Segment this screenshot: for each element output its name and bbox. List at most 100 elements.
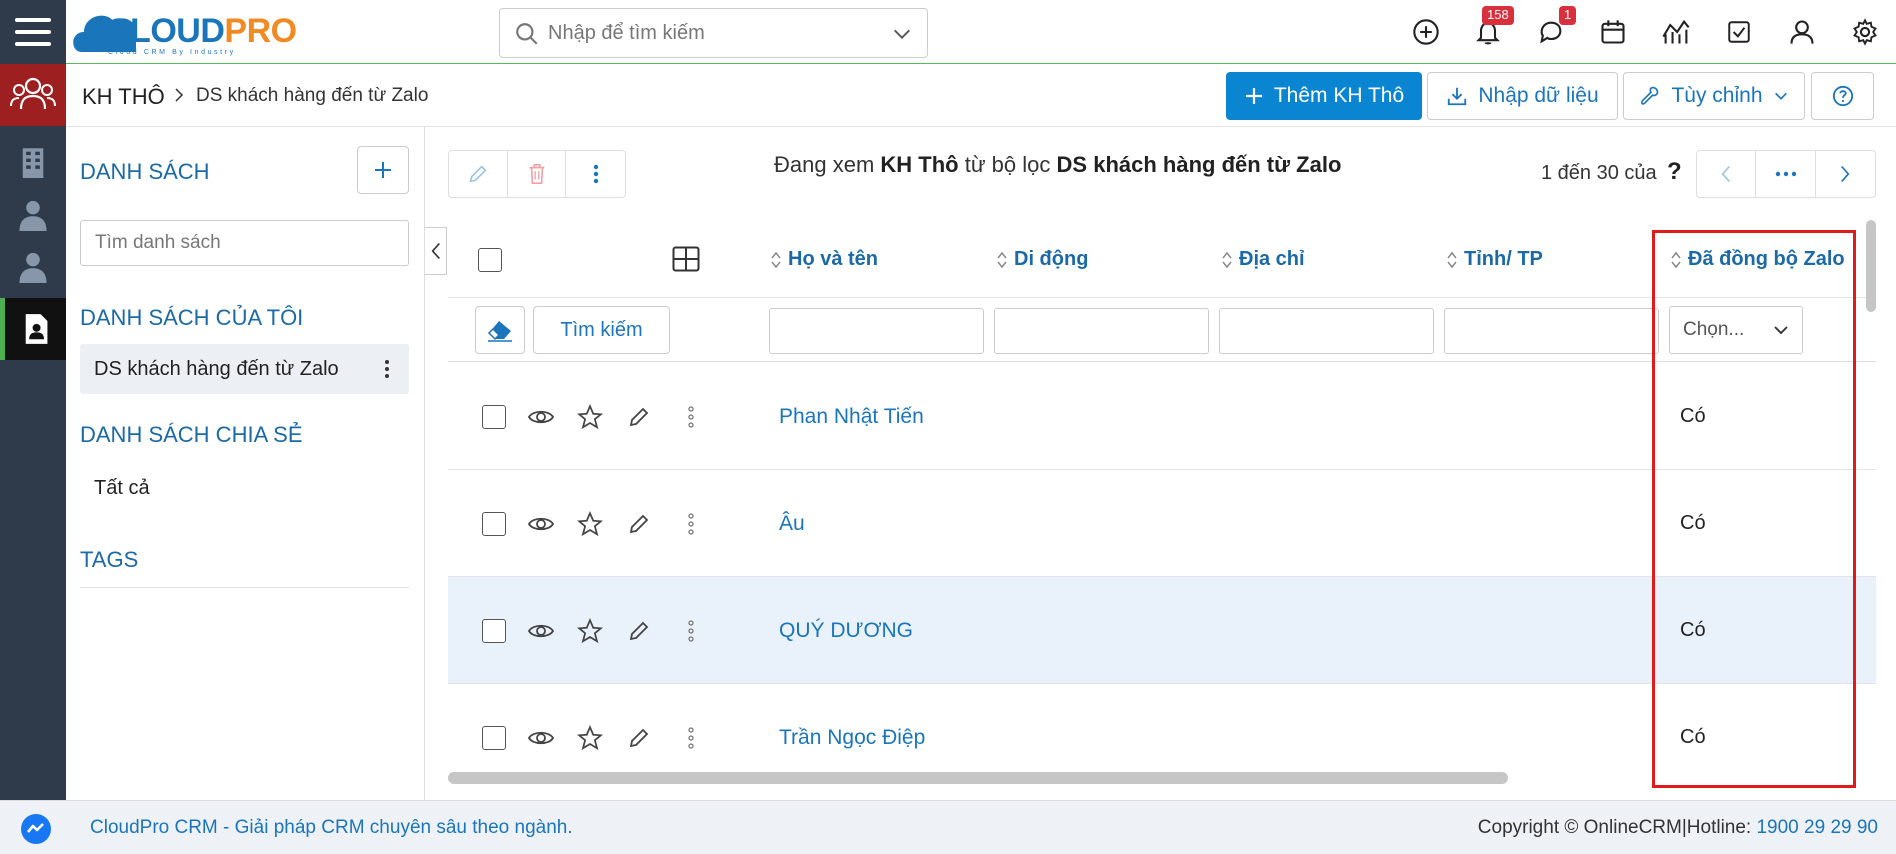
kebab-menu-icon[interactable]	[377, 357, 397, 381]
search-filter-button[interactable]: Tìm kiếm	[533, 306, 670, 354]
kebab-menu-icon	[688, 406, 694, 428]
chevron-down-icon[interactable]	[891, 23, 913, 45]
viewing-middle: từ bộ lọc	[964, 152, 1051, 177]
breadcrumb-page: DS khách hàng đến từ Zalo	[196, 85, 429, 106]
view-record-button[interactable]	[527, 510, 555, 538]
import-data-button[interactable]: Nhập dữ liệu	[1427, 72, 1618, 120]
row-checkbox[interactable]	[482, 619, 506, 643]
page-jump-button[interactable]	[1756, 151, 1816, 197]
list-sidebar: DANH SÁCH DANH SÁCH CỦA TÔI DS khách hàn…	[66, 127, 425, 800]
column-header-address[interactable]: Địa chỉ	[1221, 248, 1305, 271]
edit-record-button[interactable]	[625, 724, 653, 752]
star-button[interactable]	[576, 724, 604, 752]
total-count-button[interactable]: ?	[1667, 158, 1682, 186]
search-icon	[516, 23, 538, 45]
star-button[interactable]	[576, 403, 604, 431]
viewing-filter: DS khách hàng đến từ Zalo	[1056, 152, 1342, 177]
nav-leads-module[interactable]	[0, 64, 66, 126]
row-checkbox[interactable]	[482, 512, 506, 536]
row-checkbox[interactable]	[482, 405, 506, 429]
chart-icon	[1662, 19, 1690, 44]
nav-contact-card[interactable]	[0, 298, 66, 360]
top-bar: CLOUDPRO Cloud CRM By Industry 158 1	[0, 0, 1896, 64]
filter-mobile-input[interactable]	[994, 308, 1209, 354]
calendar-button[interactable]	[1595, 14, 1631, 50]
customize-label: Tùy chỉnh	[1671, 84, 1763, 107]
reports-button[interactable]	[1658, 14, 1694, 50]
row-checkbox[interactable]	[482, 726, 506, 750]
messages-button[interactable]: 1	[1533, 6, 1577, 50]
pagination	[1696, 150, 1876, 198]
next-page-button[interactable]	[1816, 151, 1875, 197]
select-all-checkbox[interactable]	[478, 248, 502, 272]
checkbox-icon	[1728, 21, 1750, 43]
clear-filter-button[interactable]	[475, 306, 525, 354]
plus-icon	[375, 162, 391, 178]
record-name-link[interactable]: Trần Ngọc Điệp	[779, 726, 925, 750]
highlight-annotation	[1652, 230, 1856, 788]
row-more-button[interactable]	[677, 724, 705, 752]
row-more-button[interactable]	[677, 617, 705, 645]
help-button[interactable]	[1811, 72, 1874, 120]
list-search-input[interactable]	[80, 220, 409, 266]
filter-address-input[interactable]	[1219, 308, 1434, 354]
vertical-scrollbar[interactable]	[1866, 220, 1876, 312]
column-header-province[interactable]: Tỉnh/ TP	[1446, 248, 1543, 271]
ellipsis-icon	[1775, 171, 1796, 177]
users-group-icon	[10, 77, 56, 110]
view-record-button[interactable]	[527, 403, 555, 431]
add-list-button[interactable]	[357, 146, 409, 194]
record-name-link[interactable]: Âu	[779, 512, 805, 536]
bulk-actions-toolbar	[448, 150, 626, 198]
row-more-button[interactable]	[677, 510, 705, 538]
import-data-label: Nhập dữ liệu	[1478, 84, 1599, 107]
user-profile-button[interactable]	[1784, 14, 1820, 50]
star-button[interactable]	[576, 617, 604, 645]
add-lead-button[interactable]: Thêm KH Thô	[1226, 72, 1422, 120]
prev-page-button[interactable]	[1697, 151, 1757, 197]
chevron-right-icon	[1841, 165, 1850, 183]
column-header-name[interactable]: Họ và tên	[770, 248, 878, 271]
star-button[interactable]	[576, 510, 604, 538]
menu-toggle-button[interactable]	[0, 0, 66, 64]
tasks-button[interactable]	[1721, 14, 1757, 50]
global-search-input[interactable]	[548, 17, 878, 49]
column-header-mobile[interactable]: Di động	[996, 248, 1088, 271]
row-more-button[interactable]	[677, 403, 705, 431]
notifications-button[interactable]: 158	[1470, 6, 1514, 50]
view-record-button[interactable]	[527, 617, 555, 645]
nav-customers[interactable]	[0, 236, 66, 298]
messenger-icon[interactable]	[20, 813, 52, 845]
contact-card-icon	[25, 314, 47, 344]
viewing-module: KH Thô	[880, 152, 959, 177]
view-record-button[interactable]	[527, 724, 555, 752]
filter-province-input[interactable]	[1444, 308, 1659, 354]
bulk-edit-button[interactable]	[449, 151, 508, 197]
record-name-link[interactable]: QUÝ DƯƠNG	[779, 619, 913, 643]
settings-button[interactable]	[1847, 14, 1883, 50]
hotline-link[interactable]: 1900 29 29 90	[1756, 817, 1878, 838]
edit-record-button[interactable]	[625, 617, 653, 645]
edit-record-button[interactable]	[625, 403, 653, 431]
cloudpro-logo[interactable]: CLOUDPRO Cloud CRM By Industry	[72, 4, 302, 60]
chevron-left-icon	[431, 242, 440, 260]
collapse-sidebar-button[interactable]	[425, 227, 447, 275]
table-columns-icon[interactable]	[672, 246, 700, 272]
horizontal-scrollbar[interactable]	[448, 772, 1508, 784]
edit-record-button[interactable]	[625, 510, 653, 538]
breadcrumb-module[interactable]: KH THÔ	[82, 84, 165, 110]
more-actions-button[interactable]	[566, 151, 625, 197]
record-name-link[interactable]: Phan Nhật Tiến	[779, 405, 924, 429]
footer-copyright: Copyright © OnlineCRM|Hotline: 1900 29 2…	[1478, 817, 1878, 839]
bulk-delete-button[interactable]	[508, 151, 567, 197]
global-search[interactable]	[499, 8, 928, 58]
sidebar-item-all[interactable]: Tất cả	[80, 463, 409, 513]
logo-wordmark: CLOUDPRO	[106, 12, 297, 50]
hamburger-line	[15, 42, 51, 46]
sidebar-item-zalo-list[interactable]: DS khách hàng đến từ Zalo	[80, 344, 409, 394]
customize-button[interactable]: Tùy chỉnh	[1623, 72, 1805, 120]
quick-create-button[interactable]	[1408, 14, 1444, 50]
sort-icon	[1222, 251, 1232, 268]
tags-title: TAGS	[80, 547, 139, 572]
filter-name-input[interactable]	[769, 308, 984, 354]
